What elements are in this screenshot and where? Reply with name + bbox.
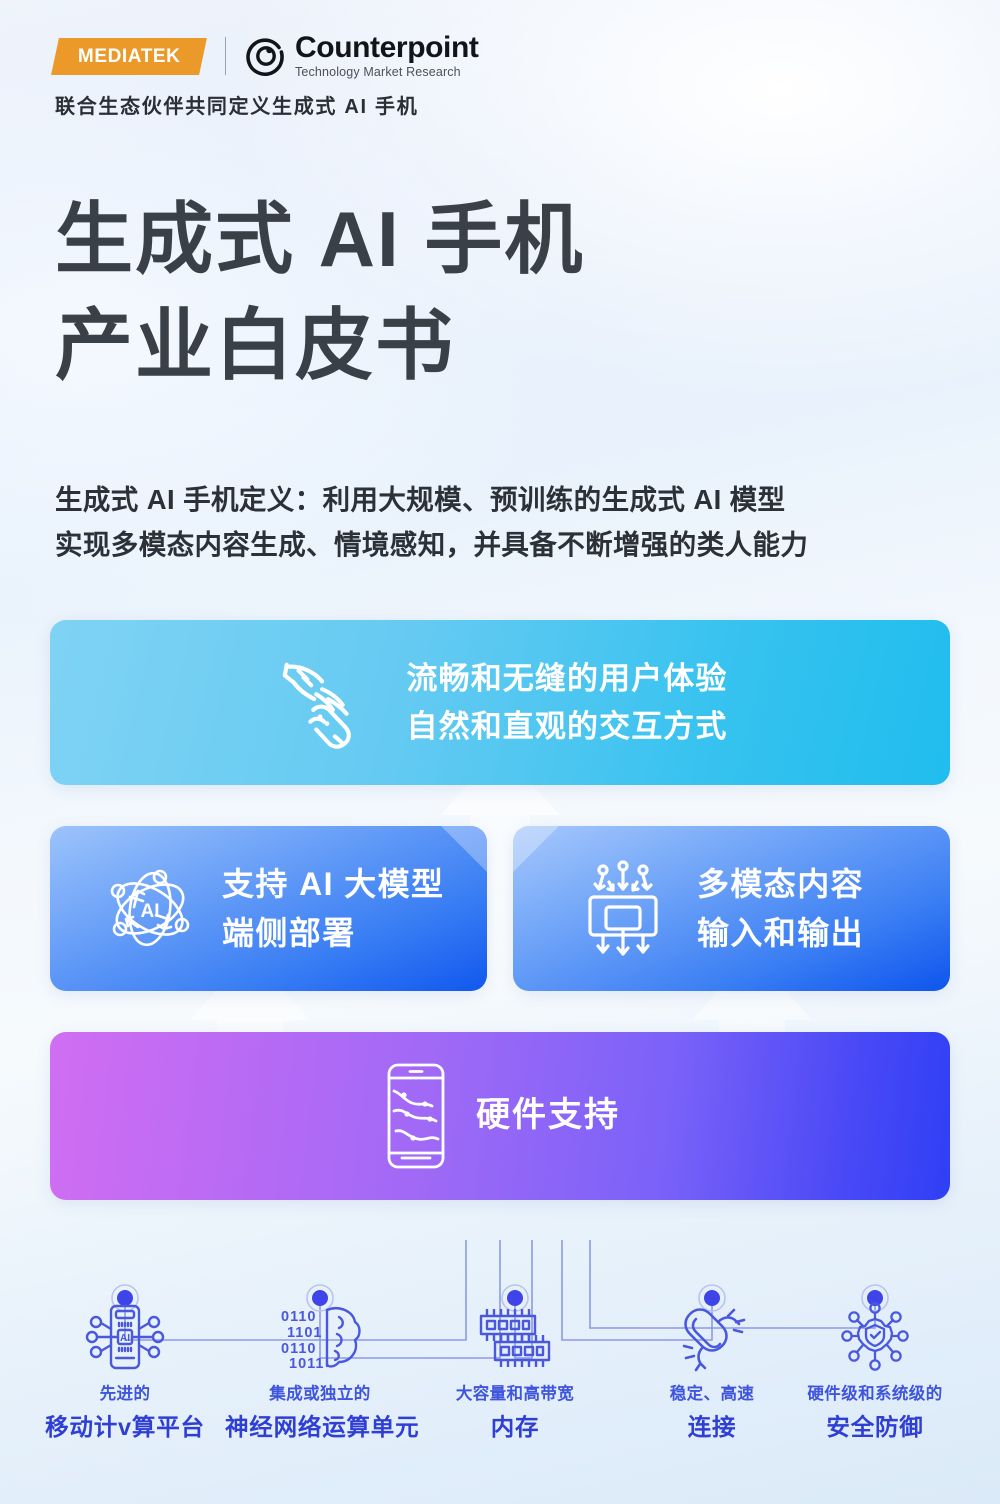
item-qualifier: 硬件级和系统级的 [807, 1385, 943, 1403]
multi-text-line-2: 输入和输出 [697, 914, 865, 951]
layer-card-text: 支持 AI 大模型 端侧部署 [222, 860, 444, 957]
ux-text-line-2: 自然和直观的交互方式 [406, 708, 728, 744]
poster-background: MEDIATEK Counterpoint Technology Market … [0, 0, 1000, 1504]
counterpoint-subtitle: Technology Market Research [295, 65, 461, 80]
svg-text:0110: 0110 [281, 1341, 316, 1357]
title-line-1: 生成式 AI 手机 [55, 195, 585, 283]
phone-circuit-icon [380, 1061, 452, 1171]
item-qualifier: 先进的 [99, 1385, 151, 1403]
logo-row: MEDIATEK Counterpoint Technology Market … [51, 33, 479, 79]
counterpoint-wordmark: Counterpoint Technology Market Research [295, 33, 479, 79]
item-qualifier: 稳定、高速 [669, 1385, 755, 1403]
hw-text-line-1: 硬件支持 [476, 1096, 620, 1135]
layer-card-text: 多模态内容 输入和输出 [697, 860, 864, 957]
layer-card-ai-model-on-device[interactable]: AI 支持 AI 大模型 端侧部署 [50, 826, 487, 991]
multi-text-line-1: 多模态内容 [697, 865, 865, 902]
hardware-items-row: AI 先进的 移动计v算平台 0110 1101 0110 1011 集成或独立… [0, 1240, 1000, 1490]
item-qualifier: 集成或独立的 [269, 1385, 371, 1403]
binary-brain-icon: 0110 1101 0110 1011 [225, 1300, 415, 1374]
phone-ai-chip-nodes-icon: AI [30, 1300, 220, 1374]
svg-text:AI: AI [120, 1333, 130, 1344]
title-line-2: 产业白皮书 [55, 301, 456, 390]
svg-text:AI: AI [141, 901, 160, 922]
layer-card-text: 硬件支持 [476, 1090, 620, 1142]
pyramid-diagram: 流畅和无缝的用户体验 自然和直观的交互方式 AI 支持 AI 大模型 端侧部署 … [0, 600, 1000, 1240]
layer-card-user-experience[interactable]: 流畅和无缝的用户体验 自然和直观的交互方式 [50, 620, 950, 785]
svg-text:0110: 0110 [281, 1309, 316, 1325]
hardware-item-neural-processing-unit[interactable]: 0110 1101 0110 1011 集成或独立的 神经网络运算单元 [225, 1300, 420, 1442]
mediatek-logo: MEDIATEK [51, 37, 207, 75]
shield-gear-nodes-icon [780, 1300, 970, 1374]
counterpoint-name: Counterpoint [295, 31, 479, 65]
layer-card-multimodal-io[interactable]: 多模态内容 输入和输出 [513, 826, 950, 991]
definition-paragraph: 生成式 AI 手机定义：利用大规模、预训练的生成式 AI 模型 实现多模态内容生… [55, 478, 960, 567]
card-fold-corner [513, 826, 559, 872]
model-text-line-1: 支持 AI 大模型 [222, 865, 445, 902]
ai-atom-network-icon: AI [98, 857, 202, 961]
definition-line-1: 生成式 AI 手机定义：利用大规模、预训练的生成式 AI 模型 [55, 484, 786, 515]
hardware-item-mobile-compute-platform[interactable]: AI 先进的 移动计v算平台 [30, 1300, 220, 1442]
chain-link-icon [617, 1300, 807, 1374]
page-title: 生成式 AI 手机 产业白皮书 [55, 186, 584, 398]
header: MEDIATEK Counterpoint Technology Market … [51, 33, 479, 119]
ux-text-line-1: 流畅和无缝的用户体验 [406, 661, 728, 697]
header-tagline: 联合生态伙伴共同定义生成式 AI 手机 [55, 96, 419, 118]
mediatek-logo-text: MEDIATEK [77, 45, 181, 66]
item-qualifier: 大容量和高带宽 [455, 1385, 575, 1403]
counterpoint-circle-logo-icon [246, 36, 286, 76]
layer-card-text: 流畅和无缝的用户体验 自然和直观的交互方式 [407, 655, 728, 749]
hand-touch-gesture-icon [273, 648, 381, 758]
hardware-item-connectivity[interactable]: 稳定、高速 连接 [617, 1300, 807, 1442]
item-label: 连接 [687, 1414, 737, 1440]
logo-divider [225, 37, 226, 75]
item-label: 内存 [490, 1414, 540, 1440]
svg-text:1101: 1101 [287, 1325, 322, 1341]
svg-text:1011: 1011 [289, 1356, 324, 1372]
hardware-item-memory[interactable]: 大容量和高带宽 内存 [420, 1300, 610, 1442]
memory-chips-icon [420, 1300, 610, 1374]
item-label: 神经网络运算单元 [225, 1414, 420, 1440]
card-fold-corner [441, 826, 487, 872]
layer-card-hardware-support[interactable]: 硬件支持 [50, 1032, 950, 1200]
item-label: 移动计v算平台 [45, 1414, 205, 1440]
definition-line-2: 实现多模态内容生成、情境感知，并具备不断增强的类人能力 [55, 528, 809, 560]
hardware-item-security[interactable]: 硬件级和系统级的 安全防御 [780, 1300, 970, 1442]
item-label: 安全防御 [826, 1414, 924, 1440]
model-text-line-2: 端侧部署 [222, 914, 356, 951]
multimodal-chip-io-icon [573, 857, 673, 961]
